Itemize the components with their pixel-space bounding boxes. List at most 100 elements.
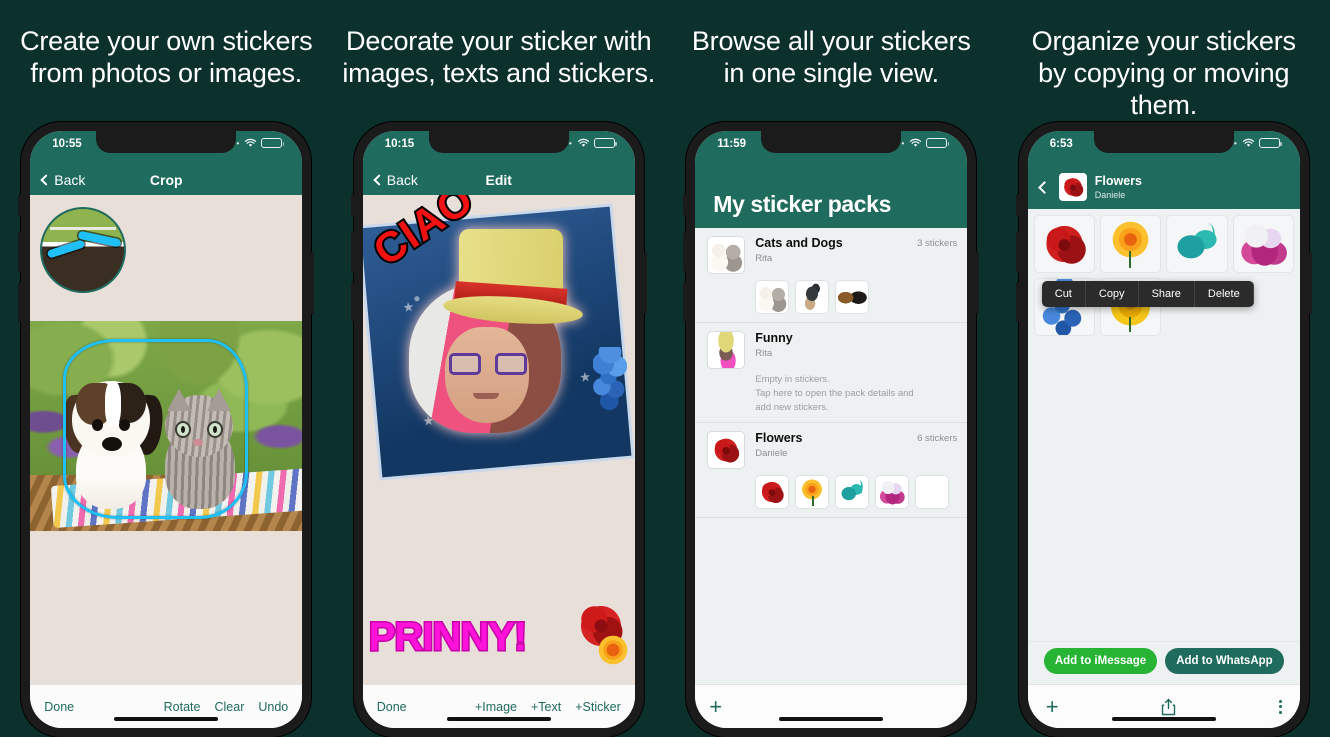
clear-button[interactable]: Clear [214,700,244,714]
context-menu-item-copy[interactable]: Copy [1086,281,1139,307]
pack-cover-thumbnail [707,331,745,369]
context-menu-item-share[interactable]: Share [1139,281,1195,307]
add-sticker-button[interactable]: +Sticker [575,700,621,714]
edit-canvas[interactable]: ★ ★ ★ ★ ★ [363,195,635,684]
sticker-thumbnail-strip[interactable] [707,274,957,314]
sticker-thumbnail[interactable] [835,475,869,509]
crop-canvas[interactable] [30,195,302,684]
packlist-toolbar: + [695,684,967,728]
power-button[interactable] [644,252,647,314]
add-pack-button[interactable]: + [709,696,722,718]
teal-flower-icon [1167,216,1226,272]
done-button[interactable]: Done [377,700,407,714]
power-button[interactable] [976,252,979,314]
headline-line-1: Decorate your sticker with [339,26,659,58]
status-time: 10:55 [52,138,81,150]
pack-sticker-count: 6 stickers [917,431,957,444]
orchid-icon [1234,216,1293,272]
context-menu-item-delete[interactable]: Delete [1195,281,1254,307]
context-menu[interactable]: Cut Copy Share Delete [1042,281,1254,307]
list-item[interactable]: Flowers Daniele 6 stickers [695,423,967,518]
headline-line-2: from photos or images. [6,58,326,90]
sticker-thumbnail[interactable] [755,475,789,509]
pack-cover-thumbnail [707,236,745,274]
nav-bar: Back Crop [30,165,302,195]
headline-line-1: Organize your stickers [1004,26,1324,58]
sticker-grid-cell[interactable] [1100,215,1161,273]
rose-icon [708,432,744,468]
showcase-panel-1: Create your own stickers from photos or … [0,0,333,720]
panel-4-headline: Organize your stickers by copying or mov… [1004,0,1324,122]
list-item[interactable]: Funny Rita Empty in stickers. Tap here t… [695,323,967,423]
portrait-sticker-layer[interactable] [401,235,571,475]
status-time: 10:15 [385,138,414,150]
battery-icon [261,138,282,148]
silent-switch[interactable] [351,194,354,216]
add-text-button[interactable]: +Text [531,700,561,714]
add-to-imessage-button[interactable]: Add to iMessage [1044,648,1157,674]
showcase-panel-2: Decorate your sticker with images, texts… [333,0,666,720]
more-icon[interactable] [1279,700,1282,714]
funny-hat-icon [708,332,744,368]
phone-mockup-2: 10:15 •••• [354,122,644,737]
sticker-grid-cell[interactable] [1233,215,1294,273]
rotate-button[interactable]: Rotate [164,700,201,714]
home-indicator[interactable] [1112,717,1216,721]
power-button[interactable] [1309,252,1312,314]
add-to-whatsapp-button[interactable]: Add to WhatsApp [1165,648,1283,674]
add-image-button[interactable]: +Image [475,700,517,714]
battery-icon [594,138,615,148]
status-time: 11:59 [717,138,746,150]
sticker-thumbnail-strip[interactable] [707,469,957,509]
volume-up-button[interactable] [18,232,21,272]
crop-selection-path[interactable] [63,339,248,519]
sticker-thumbnail[interactable] [915,475,949,509]
sticker-grid-cell[interactable] [1034,215,1095,273]
volume-up-button[interactable] [683,232,686,272]
wifi-icon [577,138,590,148]
sticker-thumbnail[interactable] [835,280,869,314]
volume-down-button[interactable] [18,282,21,322]
back-button[interactable] [1038,181,1051,194]
teal-flower-icon [836,476,868,508]
sticker-thumbnail[interactable] [795,475,829,509]
add-sticker-button[interactable]: + [1046,696,1059,718]
nav-bar: Back Edit [363,165,635,195]
home-indicator[interactable] [447,717,551,721]
sticker-thumbnail[interactable] [795,280,829,314]
back-button[interactable]: Back [42,172,85,188]
sticker-thumbnail[interactable] [755,280,789,314]
power-button[interactable] [311,252,314,314]
home-indicator[interactable] [779,717,883,721]
volume-down-button[interactable] [1016,282,1019,322]
sticker-thumbnail[interactable] [875,475,909,509]
pack-author: Rita [755,252,907,265]
context-menu-item-cut[interactable]: Cut [1042,281,1086,307]
back-button[interactable]: Back [375,172,418,188]
sticker-pack-list[interactable]: Cats and Dogs Rita 3 stickers [695,228,967,684]
chevron-left-icon [373,174,384,185]
pack-sticker-count: 3 stickers [917,236,957,249]
text-layer-bottom[interactable]: PRINNY! [369,615,526,660]
volume-down-button[interactable] [351,282,354,322]
silent-switch[interactable] [683,194,686,216]
headline-line-1: Browse all your stickers [671,26,991,58]
source-photo[interactable] [30,321,302,531]
large-title-bar: My sticker packs [695,165,967,228]
undo-button[interactable]: Undo [258,700,288,714]
marigold-sticker[interactable] [593,630,633,670]
blue-grape-sticker[interactable] [593,347,627,411]
list-item[interactable]: Cats and Dogs Rita 3 stickers [695,228,967,323]
sticker-grid[interactable]: Cut Copy Share Delete [1028,209,1300,641]
back-label: Back [387,172,418,188]
home-indicator[interactable] [114,717,218,721]
silent-switch[interactable] [1016,194,1019,216]
silent-switch[interactable] [18,194,21,216]
panel-1-headline: Create your own stickers from photos or … [6,0,326,90]
sticker-grid-cell[interactable] [1166,215,1227,273]
volume-up-button[interactable] [351,232,354,272]
volume-up-button[interactable] [1016,232,1019,272]
done-button[interactable]: Done [44,700,74,714]
volume-down-button[interactable] [683,282,686,322]
share-icon[interactable] [1161,698,1176,716]
